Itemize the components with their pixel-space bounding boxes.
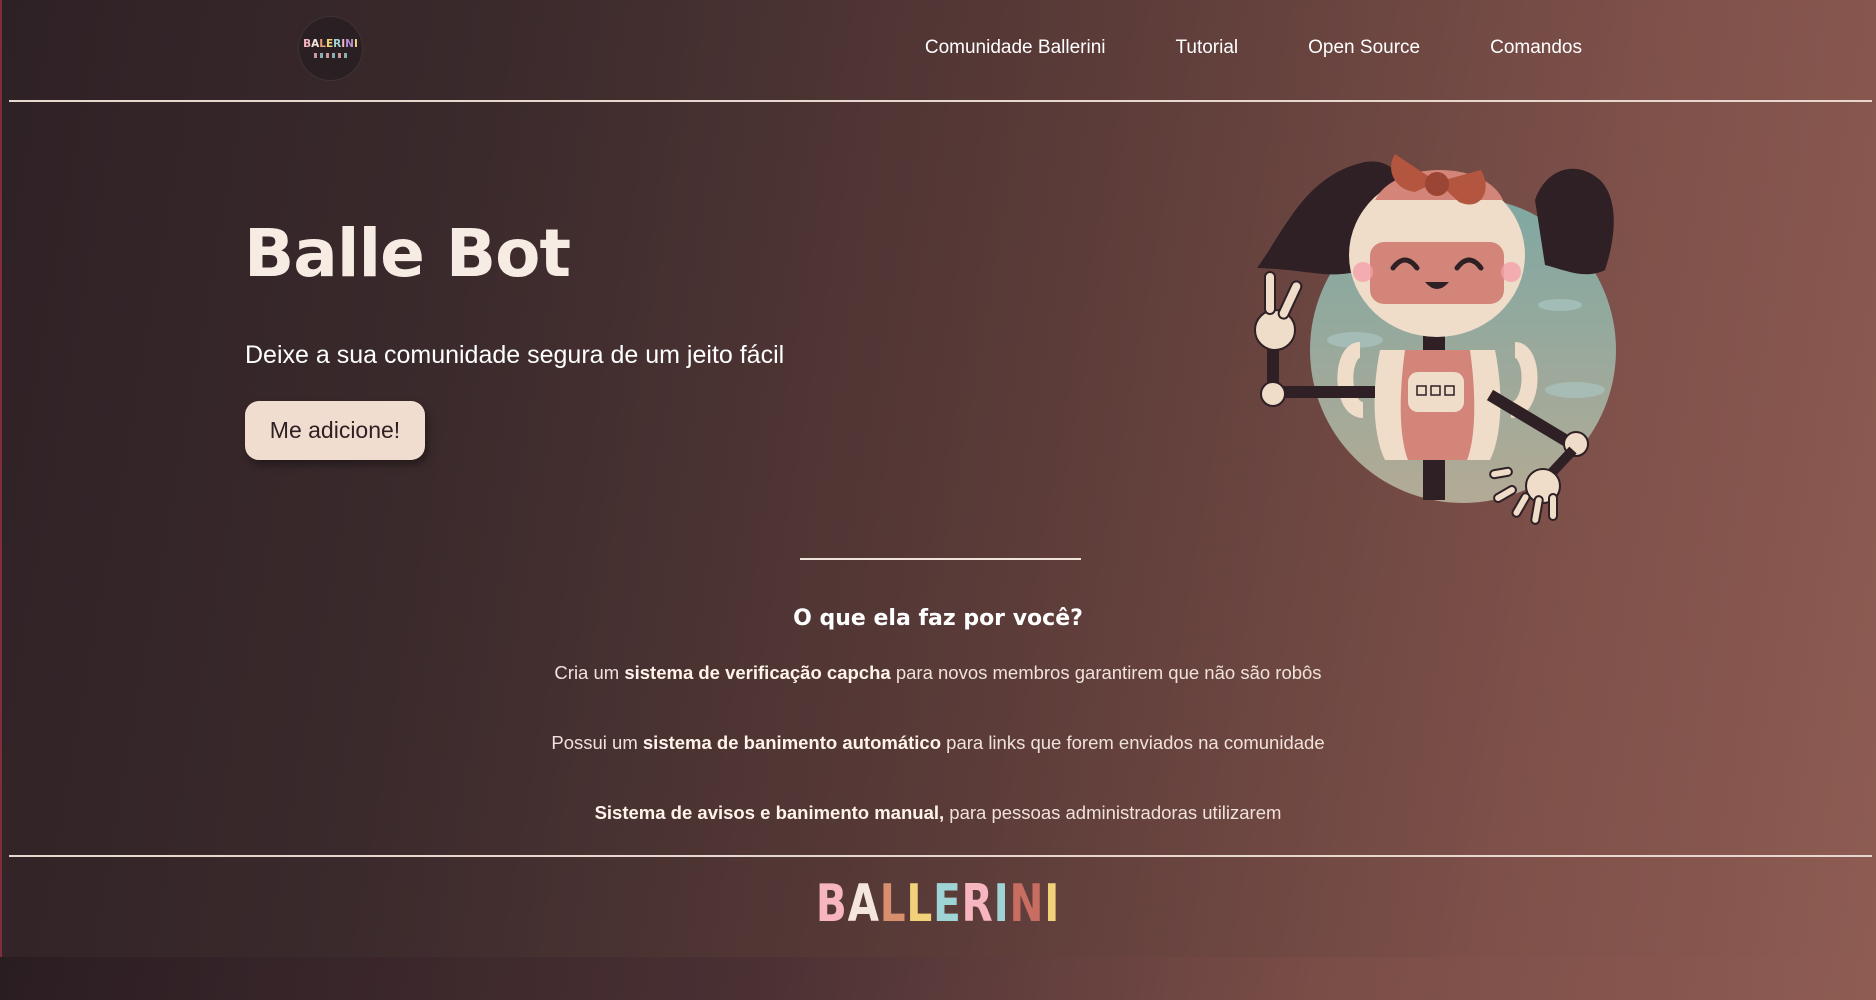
bottom-strip [0, 957, 1876, 1000]
robot-visor [1370, 242, 1504, 304]
ballerini-logo[interactable]: BALERINI [299, 17, 362, 80]
bow-knot [1425, 172, 1449, 196]
logo-decoration [313, 52, 348, 58]
footer-divider [9, 855, 1872, 857]
main-nav: Comunidade Ballerini Tutorial Open Sourc… [925, 37, 1582, 59]
brand-letter: A [847, 874, 880, 934]
feature-text: para links que forem enviados na comunid… [941, 732, 1325, 753]
logo-letter: N [345, 38, 354, 51]
nav-link-comandos[interactable]: Comandos [1490, 37, 1582, 59]
feature-text: Possui um [551, 732, 643, 753]
brand-letter: L [879, 874, 907, 934]
page: BALERINI Comunidade Ballerini Tutorial O… [0, 0, 1876, 1000]
brand-letter: L [906, 874, 934, 934]
footer-brand: BALLERINI [206, 878, 1669, 930]
feature-highlight: sistema de verificação capcha [624, 662, 891, 683]
feature-text: Cria um [554, 662, 625, 683]
logo-letter: I [353, 38, 358, 51]
cloud [1538, 299, 1582, 311]
hair-right [1535, 168, 1614, 275]
nav-link-open-source[interactable]: Open Source [1308, 37, 1420, 59]
features-title: O que ela faz por você? [793, 606, 1083, 631]
finger [1548, 493, 1558, 521]
brand-letter: N [1009, 874, 1045, 934]
header-divider [9, 100, 1872, 102]
finger [1264, 271, 1276, 315]
finger [1511, 492, 1531, 518]
feature-text: para pessoas administradoras utilizarem [944, 802, 1282, 823]
brand-letter: I [1044, 874, 1061, 934]
hero-subtitle: Deixe a sua comunidade segura de um jeit… [245, 341, 785, 369]
elbow-left [1260, 381, 1286, 407]
robot-illustration [1254, 154, 1616, 525]
logo-wordmark: BALERINI [303, 39, 358, 50]
logo-letter: B [303, 38, 312, 51]
hero-title: Balle Bot [244, 215, 571, 292]
logo-letter: L [319, 38, 326, 51]
nav-link-tutorial[interactable]: Tutorial [1175, 37, 1238, 59]
brand-letter: B [815, 874, 848, 934]
feature-highlight: sistema de banimento automático [642, 732, 942, 753]
blush-left [1353, 262, 1373, 282]
brand-letter: R [961, 874, 994, 934]
edge-accent [0, 0, 2, 1000]
brand-letter: E [933, 874, 962, 934]
section-divider [800, 558, 1081, 560]
feature-item: Possui um sistema de banimento automátic… [0, 732, 1876, 754]
cloud [1545, 382, 1605, 398]
finger [1277, 280, 1303, 320]
feature-item: Cria um sistema de verificação capcha pa… [0, 662, 1876, 684]
blush-right [1501, 262, 1521, 282]
add-bot-button[interactable]: Me adicione! [245, 401, 425, 460]
feature-highlight: Sistema de avisos e banimento manual, [594, 802, 945, 823]
feature-text: para novos membros garantirem que não sã… [890, 662, 1322, 683]
nav-link-comunidade[interactable]: Comunidade Ballerini [925, 37, 1106, 59]
feature-item: Sistema de avisos e banimento manual, pa… [0, 802, 1876, 824]
brand-letter: I [993, 874, 1010, 934]
